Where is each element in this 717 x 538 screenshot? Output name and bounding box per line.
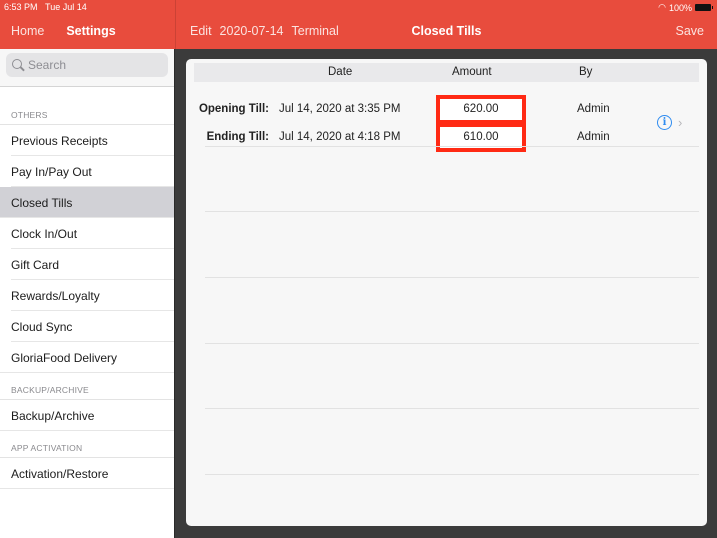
header-divider [175, 0, 176, 49]
navigation-bar: 6:53 PM Tue Jul 14 ◠ 100% Home Settings … [0, 0, 717, 49]
search-field[interactable] [6, 53, 168, 77]
edit-button[interactable]: Edit [190, 24, 212, 38]
sidebar-item-previous-receipts[interactable]: Previous Receipts [0, 125, 174, 156]
table-header: Date Amount By [194, 63, 699, 82]
settings-title: Settings [66, 24, 116, 38]
column-header-amount: Amount [452, 66, 492, 78]
date-button[interactable]: 2020-07-14 [220, 24, 284, 38]
section-header-app-activation: APP ACTIVATION [0, 431, 174, 458]
terminal-button[interactable]: Terminal [292, 24, 339, 38]
section-header-others: OTHERS [0, 110, 174, 125]
sidebar-item-cloud-sync[interactable]: Cloud Sync [0, 311, 174, 342]
row-separator [205, 146, 699, 147]
detail-nav-left: Edit 2020-07-14 Terminal [190, 24, 339, 38]
sidebar-item-rewards-loyalty[interactable]: Rewards/Loyalty [0, 280, 174, 311]
battery-icon [695, 4, 713, 11]
row-by: Admin [577, 103, 610, 115]
row-separator [205, 343, 699, 344]
sidebar-item-closed-tills[interactable]: Closed Tills [0, 187, 174, 218]
home-button[interactable]: Home [11, 24, 44, 38]
table-row-opening-till[interactable]: Opening Till: Jul 14, 2020 at 3:35 PM 62… [186, 95, 707, 124]
section-header-backup-archive: BACKUP/ARCHIVE [0, 373, 174, 400]
section-header-label: BACKUP/ARCHIVE [11, 385, 89, 395]
search-bar [0, 49, 174, 87]
section-header-label: APP ACTIVATION [11, 443, 83, 453]
column-header-date: Date [328, 66, 353, 78]
sidebar-item-pay-in-pay-out[interactable]: Pay In/Pay Out [0, 156, 174, 187]
wifi-icon: ◠ [658, 2, 666, 12]
sidebar-item-gloriafood-delivery[interactable]: GloriaFood Delivery [0, 342, 174, 373]
status-indicators: ◠ 100% [658, 2, 713, 13]
sidebar-item-gift-card[interactable]: Gift Card [0, 249, 174, 280]
row-amount-highlighted: 620.00 [436, 95, 526, 124]
sidebar-item-activation-restore[interactable]: Activation/Restore [0, 458, 174, 489]
row-separator [205, 474, 699, 475]
save-button[interactable]: Save [676, 24, 705, 38]
column-header-by: By [579, 66, 593, 78]
status-time: 6:53 PM Tue Jul 14 [4, 2, 87, 12]
row-separator [205, 408, 699, 409]
sidebar: OTHERS Previous Receipts Pay In/Pay Out … [0, 49, 175, 538]
row-by: Admin [577, 131, 610, 143]
info-icon[interactable]: i [657, 115, 672, 130]
row-separator [205, 211, 699, 212]
page-title: Closed Tills [411, 24, 482, 38]
row-label: Opening Till: [198, 103, 269, 115]
detail-panel: Date Amount By Opening Till: Jul 14, 202… [176, 49, 717, 538]
closed-tills-card: Date Amount By Opening Till: Jul 14, 202… [186, 59, 707, 526]
chevron-right-icon[interactable]: › [678, 115, 682, 130]
row-date: Jul 14, 2020 at 3:35 PM [279, 103, 401, 115]
row-label: Ending Till: [206, 131, 269, 143]
search-input[interactable] [28, 58, 168, 72]
row-amount-highlighted: 610.00 [436, 123, 526, 152]
screen: 6:53 PM Tue Jul 14 ◠ 100% Home Settings … [0, 0, 717, 538]
sidebar-nav: Home Settings [11, 24, 116, 38]
row-separator [205, 277, 699, 278]
sidebar-item-clock-in-out[interactable]: Clock In/Out [0, 218, 174, 249]
sidebar-item-backup-archive[interactable]: Backup/Archive [0, 400, 174, 431]
row-date: Jul 14, 2020 at 4:18 PM [279, 131, 401, 143]
search-icon [12, 58, 24, 72]
battery-percent: 100% [668, 2, 692, 13]
